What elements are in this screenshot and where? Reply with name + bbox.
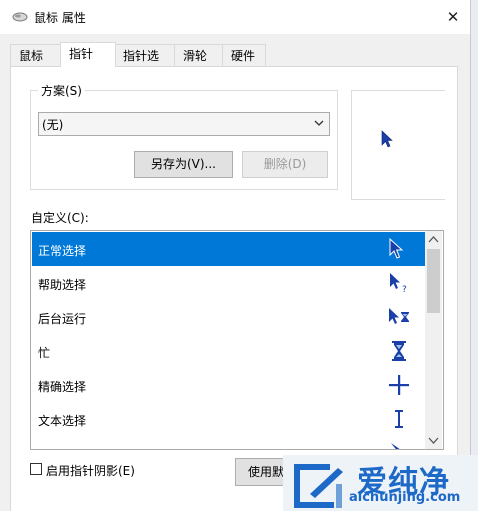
mouse-icon [12, 12, 28, 22]
scheme-dropdown[interactable] [38, 112, 330, 136]
scroll-down-icon[interactable] [428, 436, 439, 445]
tab-pointers[interactable]: 指针 [60, 42, 116, 67]
list-item[interactable]: 正常选择 [32, 232, 427, 266]
tab-label: 滑轮 [183, 49, 208, 63]
svg-text:?: ? [402, 285, 407, 295]
tab-pointer-options[interactable]: 指针选项 [114, 44, 176, 85]
working-in-background-cursor-icon [389, 308, 409, 324]
list-item[interactable]: 忙 [32, 334, 427, 368]
window-title: 鼠标 属性 [34, 11, 86, 25]
precision-crosshair-cursor-icon [389, 375, 409, 395]
list-item[interactable]: 后台运行 [32, 300, 427, 334]
watermark-url: aichunjing.com [349, 490, 461, 505]
scrollbar-thumb[interactable] [427, 249, 440, 313]
tab-hardware[interactable]: 硬件 [222, 44, 266, 66]
scroll-up-icon[interactable] [428, 235, 439, 244]
delete-button[interactable]: 删除(D) [242, 151, 328, 178]
watermark-logo-icon [294, 464, 343, 508]
tab-mouse-buttons[interactable]: 鼠标键 [10, 44, 62, 85]
cursor-list[interactable]: 正常选择 帮助选择 ? 后台运行 忙 精确选择 文本选择 [30, 230, 444, 450]
list-item-label: 忙 [38, 346, 51, 360]
list-item-label: 文本选择 [38, 414, 87, 428]
list-item-label: 正常选择 [38, 244, 87, 258]
close-button[interactable]: ✕ [436, 4, 470, 30]
help-select-cursor-icon: ? [390, 273, 407, 295]
cursor-preview [351, 90, 445, 200]
close-icon: ✕ [446, 8, 460, 26]
chevron-down-icon [314, 120, 324, 126]
list-item-label: 后台运行 [38, 312, 87, 326]
text-ibeam-cursor-icon [395, 410, 403, 428]
arrow-cursor-icon [381, 130, 393, 148]
pointer-shadow-checkbox[interactable] [30, 463, 42, 475]
tab-label: 硬件 [231, 49, 256, 63]
list-item[interactable] [32, 436, 427, 449]
scheme-label: 方案(S) [38, 82, 85, 99]
list-item[interactable]: 精确选择 [32, 368, 427, 402]
busy-hourglass-cursor-icon [392, 341, 406, 361]
handwriting-cursor-icon [391, 443, 400, 449]
list-item-label: 帮助选择 [38, 278, 87, 292]
save-as-button[interactable]: 另存为(V)... [134, 151, 233, 178]
list-item[interactable]: 帮助选择 ? [32, 266, 427, 300]
scheme-dropdown-value: (无) [42, 118, 64, 132]
list-item[interactable]: 文本选择 [32, 402, 427, 436]
customize-label: 自定义(C): [31, 211, 89, 225]
tab-label: 指针 [69, 47, 94, 61]
list-item-label: 精确选择 [38, 380, 87, 394]
arrow-cursor-icon [389, 237, 404, 259]
tab-wheel[interactable]: 滑轮 [174, 44, 224, 66]
pointer-shadow-label: 启用指针阴影(E) [46, 464, 135, 478]
